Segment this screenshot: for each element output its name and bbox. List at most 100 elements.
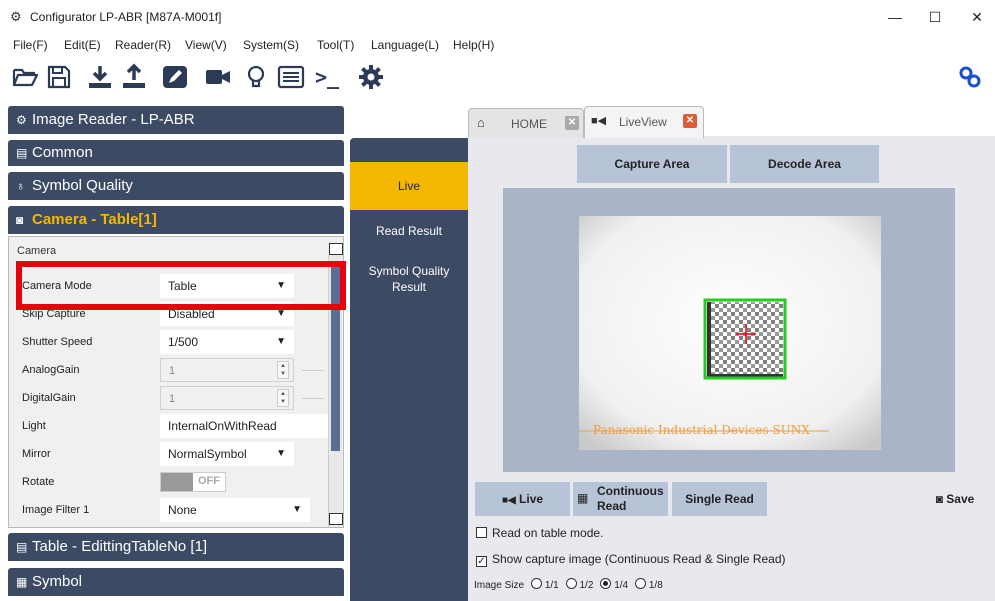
prop-light[interactable]: Light InternalOnWithRead: [14, 412, 328, 440]
terminal-icon[interactable]: >_: [312, 62, 342, 92]
upload-icon[interactable]: [119, 62, 149, 92]
prop-mirror[interactable]: Mirror NormalSymbol ▼: [14, 440, 328, 468]
nav-read-result[interactable]: Read Result: [350, 224, 468, 238]
save-button-label: Save: [946, 492, 975, 506]
menu-language[interactable]: Language(L): [371, 38, 439, 52]
dropdown-arrow-icon: ▼: [276, 448, 286, 459]
radio-1-1[interactable]: [530, 578, 542, 589]
camera-tab-icon: ■◀: [591, 115, 607, 127]
menu-edit[interactable]: Edit(E): [64, 38, 101, 52]
checkbox-box[interactable]: [476, 527, 487, 538]
prop-rotate[interactable]: Rotate OFF: [14, 468, 328, 496]
digital-gain-stepper[interactable]: 1 ▲ ▼: [160, 386, 294, 410]
menu-reader[interactable]: Reader(R): [115, 38, 171, 52]
menu-system[interactable]: System(S): [243, 38, 299, 52]
camera-icon[interactable]: [203, 62, 233, 92]
edit-icon[interactable]: [160, 62, 190, 92]
list-icon[interactable]: [276, 62, 306, 92]
menu-view[interactable]: View(V): [185, 38, 227, 52]
nav-symbol-quality-result-line1[interactable]: Symbol Quality: [350, 264, 468, 278]
nav-symbol-quality-result-line2[interactable]: Result: [350, 280, 468, 294]
view-nav: Live Read Result Symbol Quality Result: [350, 138, 468, 601]
camera-group-label: Camera: [17, 245, 57, 257]
qr-icon: ▦: [16, 575, 28, 589]
camera-table-header[interactable]: ◙ Camera - Table[1]: [8, 206, 344, 234]
tab-home[interactable]: ⌂ HOME ✕: [468, 108, 584, 138]
nav-live[interactable]: Live: [350, 162, 468, 210]
scroll-bottom-box[interactable]: [329, 513, 343, 525]
symbol-header[interactable]: ▦ Symbol: [8, 568, 344, 596]
prop-analog-gain[interactable]: AnalogGain 1 ▲ ▼: [14, 356, 328, 384]
radio-1-4[interactable]: [600, 578, 612, 589]
home-icon: ⌂: [477, 115, 485, 130]
camera-image: Panasonic Industrial Devices SUNX: [579, 216, 881, 450]
scroll-top-box[interactable]: [329, 243, 343, 255]
shutter-speed-label: Shutter Speed: [22, 328, 160, 356]
symbol-quality-label: Symbol Quality: [32, 177, 133, 194]
menu-help[interactable]: Help(H): [453, 38, 494, 52]
live-button[interactable]: ■◀ Live: [475, 482, 570, 516]
analog-gain-stepper[interactable]: 1 ▲ ▼: [160, 358, 294, 382]
download-icon[interactable]: [85, 62, 115, 92]
digital-gain-slider-line: [302, 398, 324, 399]
checkbox-box-checked[interactable]: ✓: [476, 556, 487, 567]
common-label: Common: [32, 144, 93, 161]
save-icon[interactable]: [44, 62, 74, 92]
analog-gain-slider-line: [302, 370, 324, 371]
prop-image-filter-1[interactable]: Image Filter 1 None ▼: [14, 496, 328, 524]
spin-arrows-icon[interactable]: ▲ ▼: [277, 361, 289, 379]
spin-arrows-icon[interactable]: ▲ ▼: [277, 389, 289, 407]
radio-1-2[interactable]: [565, 578, 577, 589]
quality-icon: ♁: [16, 179, 25, 193]
image-reader-label: Image Reader - LP-ABR: [32, 111, 195, 128]
show-capture-checkbox[interactable]: ✓ Show capture image (Continuous Read & S…: [476, 552, 786, 567]
continuous-label-1: Continuous: [597, 484, 664, 498]
terminal-glyph: >_: [315, 65, 340, 89]
rotate-value: OFF: [198, 475, 220, 487]
symbol-label: Symbol: [32, 573, 83, 590]
tab-home-label: HOME: [511, 117, 547, 131]
gear-icon[interactable]: [356, 62, 386, 92]
close-tab-icon[interactable]: ✕: [683, 114, 697, 128]
tab-liveview-label: LiveView: [619, 115, 667, 129]
camera-btn-icon: ■◀: [501, 495, 516, 506]
table-icon: ▤: [16, 540, 28, 554]
tab-liveview[interactable]: ■◀ LiveView ✕: [584, 106, 704, 138]
symbol-quality-header[interactable]: ♁ Symbol Quality: [8, 172, 344, 200]
highlight-box: [16, 261, 346, 310]
image-filter-select[interactable]: None ▼: [160, 498, 310, 522]
maximize-button[interactable]: ☐: [920, 6, 950, 28]
rotate-toggle[interactable]: OFF: [160, 472, 226, 492]
single-read-button[interactable]: Single Read: [672, 482, 767, 516]
analog-gain-label: AnalogGain: [22, 356, 160, 384]
folder-open-icon[interactable]: [10, 62, 40, 92]
minimize-button[interactable]: —: [880, 6, 910, 28]
qr-btn-icon: ▦: [577, 491, 589, 505]
menu-file[interactable]: File(F): [13, 38, 48, 52]
shutter-speed-value: 1/500: [168, 335, 199, 349]
close-button[interactable]: ✕: [962, 6, 992, 28]
prop-shutter-speed[interactable]: Shutter Speed 1/500 ▼: [14, 328, 328, 356]
watermark-text: Panasonic Industrial Devices SUNX: [593, 423, 810, 437]
mirror-select[interactable]: NormalSymbol ▼: [160, 442, 294, 466]
table-editing-header[interactable]: ▤ Table - EdittingTableNo [1]: [8, 533, 344, 561]
mirror-value: NormalSymbol: [168, 447, 247, 461]
image-reader-header[interactable]: ⚙ Image Reader - LP-ABR: [8, 106, 344, 134]
link-icon[interactable]: [955, 62, 985, 92]
radio-1-8[interactable]: [634, 578, 646, 589]
lightbulb-icon[interactable]: [241, 62, 271, 92]
light-label: Light: [22, 412, 160, 440]
light-value-field[interactable]: InternalOnWithRead: [160, 414, 328, 438]
decode-area-button[interactable]: Decode Area: [730, 145, 879, 183]
read-on-table-checkbox[interactable]: Read on table mode.: [476, 526, 603, 540]
continuous-read-button[interactable]: ▦ Continuous Read: [573, 482, 668, 516]
close-tab-icon[interactable]: ✕: [565, 116, 579, 130]
save-button[interactable]: ◙ Save: [925, 482, 985, 516]
dropdown-arrow-icon: ▼: [276, 336, 286, 347]
digital-gain-value: 1: [169, 393, 176, 405]
common-header[interactable]: ▤ Common: [8, 140, 344, 166]
menu-tool[interactable]: Tool(T): [317, 38, 354, 52]
prop-digital-gain[interactable]: DigitalGain 1 ▲ ▼: [14, 384, 328, 412]
capture-area-button[interactable]: Capture Area: [577, 145, 727, 183]
shutter-speed-select[interactable]: 1/500 ▼: [160, 330, 294, 354]
